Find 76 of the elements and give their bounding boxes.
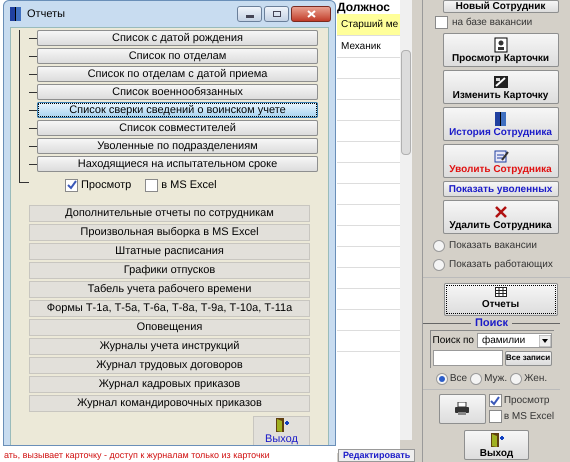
exit-button[interactable]: Выход [464,430,529,460]
report-button[interactable]: Список с датой рождения [37,30,318,46]
minimize-button[interactable] [237,6,262,22]
report-button[interactable]: Оповещения [29,318,310,336]
table-cell: Старший ме [337,14,400,36]
checkbox[interactable] [65,178,78,192]
report-button[interactable]: Штатные расписания [29,242,310,260]
exit-button[interactable]: Выход [253,416,310,445]
card-icon [492,36,508,52]
printer-icon [454,402,470,416]
maximize-button[interactable] [264,6,289,22]
checkbox-label: Просмотр [81,178,132,193]
checkbox-label: в MS Excel [161,178,217,193]
radio-label: Жен. [524,372,548,386]
search-by-label: Поиск по [432,334,474,348]
radio-button[interactable] [470,372,482,384]
report-button[interactable]: Формы Т-1а, Т-5а, Т-6а, Т-8а, Т-9а, Т-10а, Т-11а [29,300,310,316]
radio-button[interactable] [433,258,445,270]
status-text: ать, вызывает карточку - доступ к журналам только из карточки [3,449,271,461]
report-button[interactable]: Список по отделам с датой приема [37,66,318,82]
table-icon [494,287,506,297]
radio-label: Показать вакансии [449,239,537,253]
action-button[interactable]: Уволить Сотрудника [442,144,558,178]
close-icon[interactable] [306,10,316,18]
radio-label: Все [450,372,468,386]
report-button[interactable]: Список совместителей [37,120,318,136]
action-button[interactable]: Изменить Карточку [442,70,558,104]
report-button[interactable]: Список по отделам [37,48,318,64]
window-title: Отчеты [27,6,66,22]
report-button[interactable]: Графики отпусков [29,262,310,278]
report-button[interactable]: Журнал трудовых договоров [29,356,310,374]
report-button[interactable]: Журналы учета инструкций [29,338,310,354]
report-button[interactable]: Список сверки сведений о воинском учете [37,102,318,118]
radio-button[interactable] [510,372,522,384]
print-button[interactable] [438,394,486,424]
report-button[interactable]: Произвольная выборка в MS Excel [29,224,310,240]
report-button[interactable]: Табель учета рабочего времени [29,280,310,298]
search-by-dropdown[interactable]: фамилии [476,333,552,348]
checkbox[interactable] [145,178,158,192]
action-button[interactable]: Просмотр Карточки [442,33,558,67]
search-field[interactable] [432,350,502,366]
action-button[interactable]: Удалить Сотрудника [442,200,558,234]
radio-button[interactable] [433,240,445,252]
report-button[interactable]: Журнал командировочных приказов [29,394,310,412]
scrollbar[interactable] [400,0,412,440]
report-button[interactable]: Список военнообязанных [37,84,318,100]
checkbox-label: Просмотр [504,394,550,408]
report-button[interactable]: Уволенные по подразделениям [37,138,318,154]
edit-icon [492,74,508,90]
checkbox[interactable] [435,16,448,29]
checkbox-label: в MS Excel [504,410,554,424]
new-employee-button[interactable]: Новый Сотрудник [442,0,558,13]
checkbox[interactable] [488,394,502,407]
dropdown-arrow-icon[interactable] [538,334,550,346]
book-icon [8,6,24,22]
checkbox-label: на базе вакансии [452,16,532,30]
close-button[interactable] [291,6,331,22]
notepad-icon [492,148,508,164]
edit-tab[interactable]: Редактировать [338,449,416,462]
book-icon [492,110,508,126]
section-title: Поиск [474,317,510,329]
column-header[interactable]: Должнос [337,0,400,14]
report-button[interactable]: Дополнительные отчеты по сотрудникам [29,204,310,222]
reports-button[interactable]: Отчеты [444,283,558,316]
delete-icon [492,204,508,220]
radio-button[interactable] [436,372,448,384]
all-records-button[interactable]: Все записи [504,350,552,366]
radio-label: Показать работающих [449,258,553,272]
action-button[interactable]: Показать уволенных [442,181,558,197]
door-exit-icon [274,417,290,433]
action-button[interactable]: История Сотрудника [442,107,558,141]
checkbox[interactable] [488,410,502,423]
door-exit-icon [488,432,504,448]
report-button[interactable]: Журнал кадровых приказов [29,376,310,392]
radio-label: Муж. [484,372,508,386]
report-button[interactable]: Находящиеся на испытательном сроке [37,156,318,172]
